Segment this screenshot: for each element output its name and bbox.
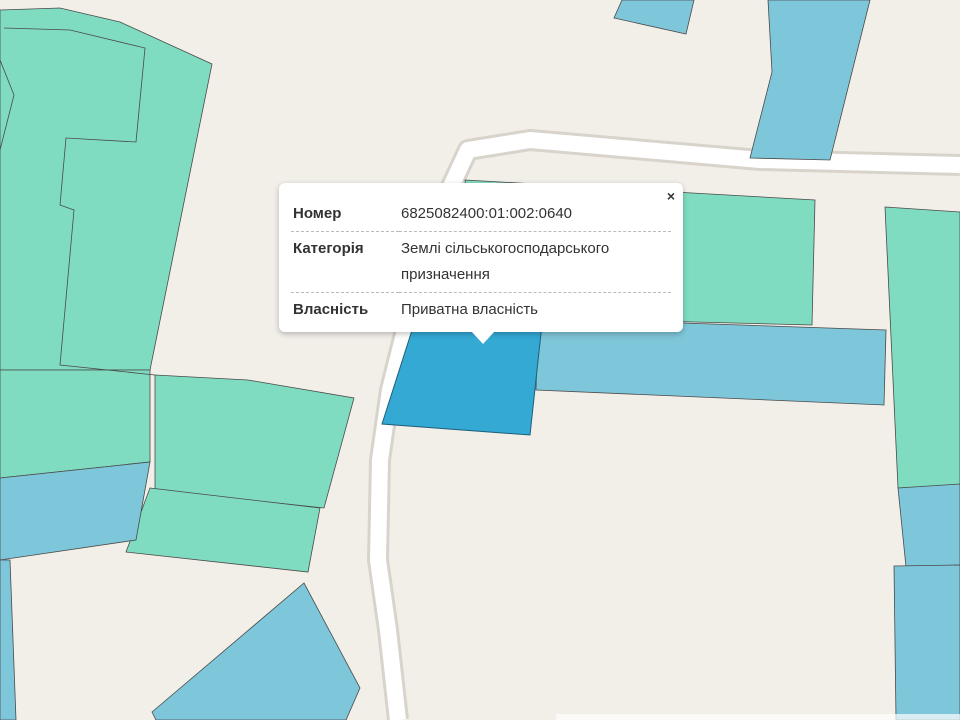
parcel-agricultural[interactable] — [154, 374, 355, 509]
parcel-other[interactable] — [897, 483, 960, 568]
property-value: 6825082400:01:002:0640 — [401, 205, 573, 222]
parcel-other[interactable] — [749, 0, 871, 161]
map-layer[interactable]: Червоно — [0, 0, 960, 720]
parcel-other[interactable] — [893, 564, 960, 720]
property-key: Номер — [293, 205, 342, 222]
property-row-number: Номер 6825082400:01:002:0640 — [291, 197, 671, 232]
property-row-category: Категорія Землі сільськогосподарського п… — [291, 231, 671, 293]
parcel-agricultural[interactable] — [0, 369, 151, 479]
parcel-agricultural[interactable] — [884, 206, 960, 489]
property-key: Категорія — [291, 231, 399, 293]
parcel-properties-table: Номер 6825082400:01:002:0640 Категорія З… — [291, 197, 671, 327]
property-key: Власність — [291, 292, 399, 327]
property-row-ownership: Власність Приватна власність — [291, 292, 671, 327]
parcel-popup: × Номер 6825082400:01:002:0640 Категорія… — [279, 183, 683, 344]
map-canvas[interactable]: Червоно — [0, 0, 960, 720]
property-value: Приватна власність — [399, 292, 671, 327]
parcel-agricultural[interactable] — [0, 7, 213, 371]
popup-pointer — [471, 331, 495, 344]
parcel-other[interactable] — [613, 0, 695, 35]
property-value: Землі сільськогосподарського призначення — [399, 231, 671, 293]
parcel-other[interactable] — [151, 582, 361, 720]
parcel-other[interactable] — [0, 559, 17, 720]
parcel-other[interactable] — [0, 461, 151, 561]
attribution-strip — [556, 714, 960, 720]
